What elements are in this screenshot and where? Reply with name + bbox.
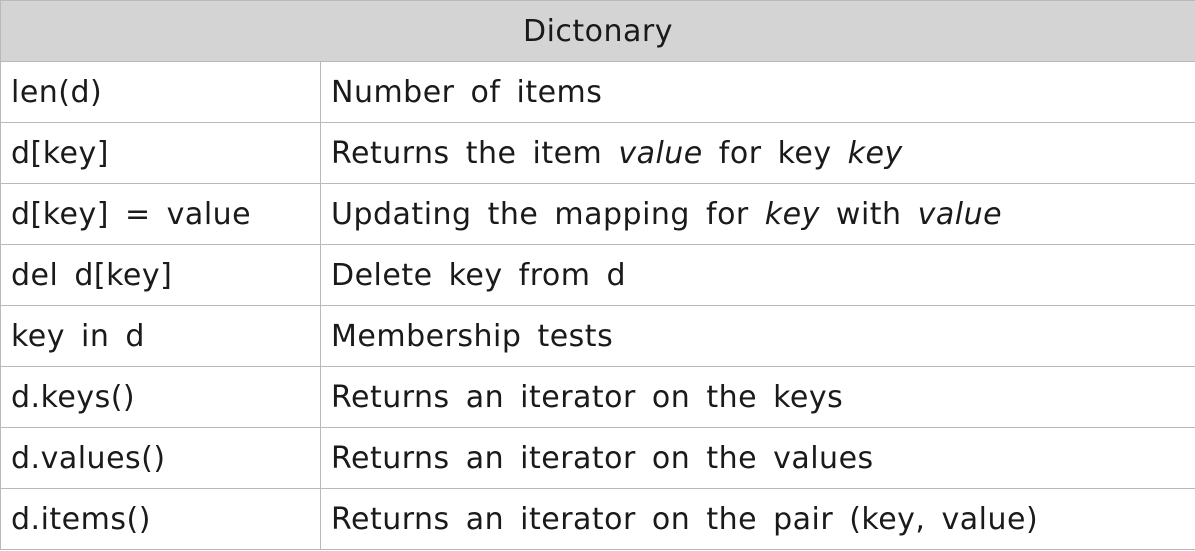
description-text: Returns an iterator on the keys: [331, 379, 844, 415]
italic-term: value: [618, 135, 703, 171]
table-row: del d[key] Delete key from d: [0, 244, 1195, 306]
operation-cell: len(d): [0, 61, 321, 123]
description-cell: Updating the mapping for key with value: [319, 183, 1195, 245]
description-cell: Returns an iterator on the keys: [319, 366, 1195, 428]
operation-cell: d.values(): [0, 427, 321, 489]
operation-cell: key in d: [0, 305, 321, 367]
operation-cell: d[key]: [0, 122, 321, 184]
table-row: d.keys() Returns an iterator on the keys: [0, 366, 1195, 428]
dictionary-table: Dictonary len(d) Number of items d[key] Ret…: [0, 0, 1195, 550]
operation-cell: d.keys(): [0, 366, 321, 428]
description-cell: Number of items: [319, 61, 1195, 123]
italic-term: key: [764, 196, 820, 232]
description-text: Membership tests: [331, 318, 614, 354]
table-title: Dictonary: [0, 0, 1195, 62]
description-text: Returns the item: [331, 135, 619, 171]
description-text: Updating the mapping for: [331, 196, 765, 232]
operation-cell: d.items(): [0, 488, 321, 550]
italic-term: value: [917, 196, 1003, 232]
description-text: Returns an iterator on the values: [331, 440, 874, 476]
italic-term: key: [847, 135, 903, 171]
table-row: len(d) Number of items: [0, 61, 1195, 123]
description-cell: Returns the item value for key key: [319, 122, 1195, 184]
description-text: Number of items: [331, 74, 603, 110]
operation-cell: del d[key]: [0, 244, 321, 306]
operation-cell: d[key] = value: [0, 183, 321, 245]
description-cell: Returns an iterator on the values: [319, 427, 1195, 489]
description-cell: Returns an iterator on the pair (key, va…: [319, 488, 1195, 550]
table-header-row: Dictonary: [0, 0, 1195, 62]
table-body: len(d) Number of items d[key] Returns the i…: [0, 61, 1195, 550]
table-row: d[key] = value Updating the mapping for k…: [0, 183, 1195, 245]
table-row: d[key] Returns the item value for key key: [0, 122, 1195, 184]
description-text: for key: [702, 135, 848, 171]
description-text: Delete key from d: [331, 257, 627, 293]
table-row: d.values() Returns an iterator on the val…: [0, 427, 1195, 489]
description-text: with: [819, 196, 918, 232]
table-row: key in d Membership tests: [0, 305, 1195, 367]
description-text: Returns an iterator on the pair (key, va…: [331, 501, 1039, 537]
description-cell: Delete key from d: [319, 244, 1195, 306]
description-cell: Membership tests: [319, 305, 1195, 367]
table-row: d.items() Returns an iterator on the pair…: [0, 488, 1195, 550]
